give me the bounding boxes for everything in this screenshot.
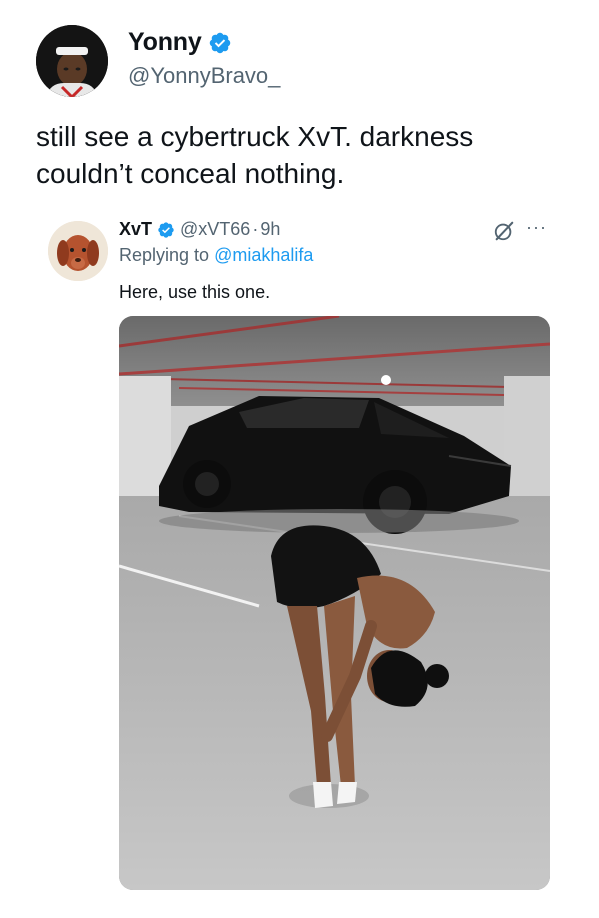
timestamp[interactable]: 9h [260,219,280,240]
quoted-author-name[interactable]: XvT [119,219,152,240]
tweet-text: still see a cybertruck XvT. darkness cou… [36,121,474,189]
avatar-image [36,25,108,97]
attached-photo[interactable] [119,316,550,890]
replying-to-mention[interactable]: @miakhalifa [214,245,313,265]
author-handle[interactable]: @YonnyBravo_ [128,63,280,89]
replying-to-prefix: Replying to [119,245,210,265]
separator-dot: · [252,219,259,239]
verified-badge-icon [158,221,174,238]
avatar-image [48,221,108,281]
quoted-header: XvT @xVT66 · 9h [119,219,280,240]
grok-icon[interactable] [493,220,515,242]
replying-to-line: Replying to @miakhalifa [119,245,313,266]
quoted-author-avatar[interactable] [48,221,108,281]
quoted-author-handle[interactable]: @xVT66 [180,219,250,240]
author-avatar[interactable] [36,25,108,97]
quoted-text: Here, use this one. [119,282,271,302]
more-icon[interactable]: ··· [526,218,552,240]
author-name[interactable]: Yonny [128,28,202,57]
photo-illustration [119,316,550,890]
author-block: Yonny @YonnyBravo_ [128,28,280,89]
verified-badge-icon [209,32,230,53]
